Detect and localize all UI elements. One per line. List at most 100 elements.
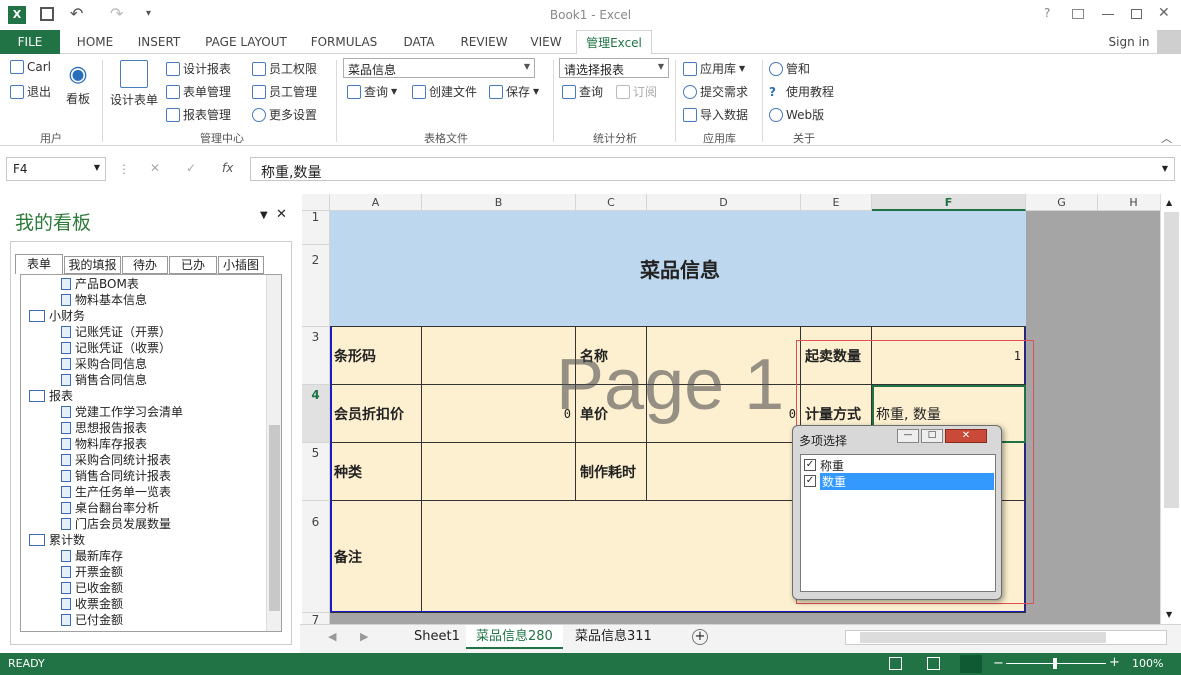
value-cell[interactable]: 0	[647, 385, 801, 443]
value-cell[interactable]	[647, 327, 801, 385]
tab-formulas[interactable]: FORMULAS	[303, 30, 385, 54]
report-select-combo[interactable]: 请选择报表 ▼	[559, 58, 669, 78]
function-icon[interactable]: fx	[222, 161, 233, 175]
vertical-scrollbar[interactable]: ▲ ▼	[1160, 194, 1181, 624]
pane-tab-done[interactable]: 已办	[169, 256, 217, 274]
row-header[interactable]: 6	[302, 501, 330, 613]
more-settings-button[interactable]: 更多设置	[252, 106, 317, 123]
table-file-combo[interactable]: 菜品信息 ▼	[343, 58, 535, 78]
label-cell[interactable]: 条形码	[330, 327, 422, 385]
tree-scroll-thumb[interactable]	[269, 425, 280, 611]
tree-item[interactable]: 采购合同统计报表	[61, 453, 171, 468]
emp-perm-button[interactable]: 员工权限	[252, 60, 317, 77]
normal-view-icon[interactable]	[889, 657, 902, 670]
column-header[interactable]: G	[1026, 194, 1098, 211]
design-form-button[interactable]: 设计表单	[110, 60, 158, 108]
tab-home[interactable]: HOME	[67, 30, 123, 54]
tab-insert[interactable]: INSERT	[128, 30, 190, 54]
pane-menu-icon[interactable]: ▼	[260, 210, 268, 221]
tree-item[interactable]: 党建工作学习会清单	[61, 405, 183, 420]
carl-button[interactable]: Carl	[10, 60, 51, 74]
pane-tab-my-entries[interactable]: 我的填报	[64, 256, 121, 274]
file-query-button[interactable]: 查询 ▼	[347, 83, 397, 100]
column-header[interactable]: F	[872, 194, 1026, 211]
tree-item[interactable]: 记账凭证（收票）	[61, 341, 171, 356]
avatar[interactable]	[1157, 30, 1181, 54]
design-report-button[interactable]: 设计报表	[166, 60, 231, 77]
signin-link[interactable]: Sign in	[1104, 30, 1154, 54]
pane-tab-forms[interactable]: 表单	[15, 254, 63, 274]
vscroll-thumb[interactable]	[1164, 212, 1179, 508]
tab-next-icon[interactable]: ▶	[360, 630, 368, 643]
zoom-thumb[interactable]	[1053, 658, 1057, 669]
tree-item[interactable]: 收票金额	[61, 597, 123, 612]
checkbox-checked-icon[interactable]: ✓	[804, 475, 816, 487]
tree-scrollbar[interactable]	[266, 275, 281, 631]
tree-item[interactable]: 产品BOM表	[61, 277, 139, 292]
form-title[interactable]: 菜品信息	[330, 211, 1026, 327]
tab-page-layout[interactable]: PAGE LAYOUT	[196, 30, 296, 54]
emp-mgmt-button[interactable]: 员工管理	[252, 83, 317, 100]
cancel-icon[interactable]: ✕	[150, 161, 160, 175]
sheet-tab-menu-280[interactable]: 菜品信息280	[466, 625, 563, 649]
label-cell[interactable]: 会员折扣价	[330, 385, 422, 443]
list-item[interactable]: ✓ 称重	[804, 457, 992, 473]
add-sheet-icon[interactable]: +	[692, 629, 708, 645]
form-tree[interactable]: 产品BOM表 物料基本信息 小财务 记账凭证（开票） 记账凭证（收票） 采购合同信息 销售合…	[20, 274, 282, 632]
pane-close-icon[interactable]: ✕	[276, 207, 287, 222]
column-header[interactable]: D	[647, 194, 801, 211]
page-layout-view-icon[interactable]	[927, 657, 940, 670]
tree-folder[interactable]: 小财务	[29, 309, 85, 324]
tree-folder[interactable]: 报表	[29, 389, 73, 404]
tree-item[interactable]: 已付金额	[61, 613, 123, 628]
import-data-button[interactable]: 导入数据	[683, 106, 748, 123]
value-cell[interactable]: 0	[422, 385, 576, 443]
logout-button[interactable]: 退出	[10, 83, 51, 100]
tree-item[interactable]: 采购合同信息	[61, 357, 147, 372]
dialog-list[interactable]: ✓ 称重 ✓ 数重	[800, 454, 996, 592]
tree-item[interactable]: 最新库存	[61, 549, 123, 564]
hscroll-thumb[interactable]	[860, 632, 1106, 643]
pane-tab-illustrations[interactable]: 小插图	[218, 256, 264, 274]
app-lib-button[interactable]: 应用库 ▼	[683, 60, 745, 77]
label-cell[interactable]: 名称	[576, 327, 647, 385]
tree-item[interactable]: 物料基本信息	[61, 293, 147, 308]
tab-data[interactable]: DATA	[392, 30, 446, 54]
horizontal-scrollbar[interactable]	[845, 630, 1167, 645]
admin-button[interactable]: 管和	[769, 60, 810, 77]
sheet-tab-sheet1[interactable]: Sheet1	[404, 625, 470, 649]
dialog-close-icon[interactable]: ✕	[945, 429, 987, 443]
value-cell[interactable]: 1	[872, 327, 1026, 385]
label-cell[interactable]: 种类	[330, 443, 422, 501]
tree-item[interactable]: 物料库存报表	[61, 437, 147, 452]
label-cell[interactable]: 起卖数量	[801, 327, 872, 385]
tab-view[interactable]: VIEW	[522, 30, 570, 54]
dialog-maximize-icon[interactable]: □	[921, 429, 943, 443]
scroll-down-icon[interactable]: ▼	[1166, 610, 1172, 619]
worksheet-grid[interactable]: ABCDEFGH12345678菜品信息条形码名称起卖数量1会员折扣价0单价0计…	[302, 194, 1160, 624]
submit-request-button[interactable]: 提交需求	[683, 83, 748, 100]
tree-item[interactable]: 思想报告报表	[61, 421, 147, 436]
label-cell[interactable]: 备注	[330, 501, 422, 613]
label-cell[interactable]: 单价	[576, 385, 647, 443]
pane-tab-todo[interactable]: 待办	[122, 256, 168, 274]
zoom-out-icon[interactable]: −	[993, 656, 1004, 671]
label-cell[interactable]: 制作耗时	[576, 443, 647, 501]
board-button[interactable]: ◉ 看板	[66, 62, 90, 107]
column-header[interactable]: E	[801, 194, 872, 211]
tree-item[interactable]: 生产任务单一览表	[61, 485, 171, 500]
dialog-minimize-icon[interactable]: —	[897, 429, 919, 443]
tree-item[interactable]: 桌台翻台率分析	[61, 501, 159, 516]
column-header[interactable]: A	[330, 194, 422, 211]
scroll-up-icon[interactable]: ▲	[1166, 198, 1172, 207]
tab-file[interactable]: FILE	[0, 30, 60, 54]
check-icon[interactable]: ✓	[186, 161, 196, 175]
column-header[interactable]: B	[422, 194, 576, 211]
create-file-button[interactable]: 创建文件	[412, 83, 477, 100]
web-version-button[interactable]: Web版	[769, 106, 824, 123]
tree-item[interactable]: 销售合同信息	[61, 373, 147, 388]
tree-item[interactable]: 记账凭证（开票）	[61, 325, 171, 340]
column-header[interactable]: H	[1098, 194, 1160, 211]
stats-query-button[interactable]: 查询	[562, 83, 603, 100]
maximize-icon[interactable]	[1131, 9, 1142, 19]
